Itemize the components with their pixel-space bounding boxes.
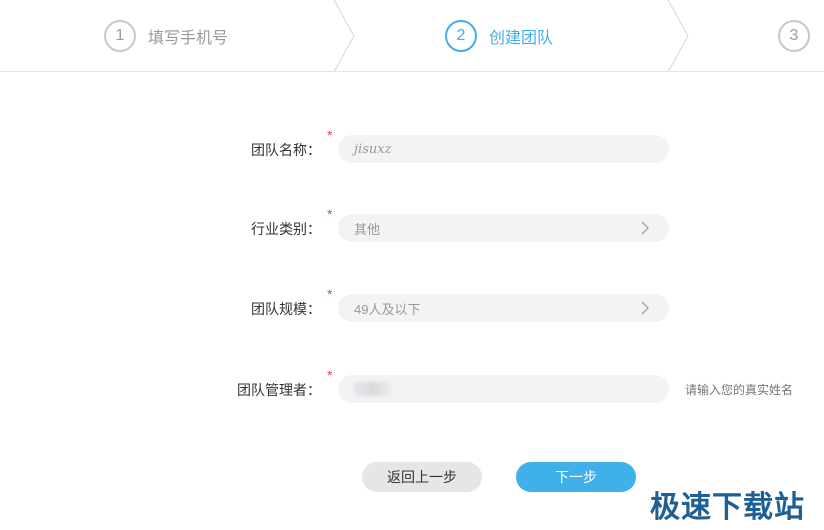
industry-value: 其他	[354, 221, 381, 237]
next-button[interactable]: 下一步	[516, 462, 636, 492]
team-size-value: 49人及以下	[354, 301, 421, 317]
industry-label: 行业类别：	[251, 221, 321, 237]
team-size-label: 团队规模：	[251, 301, 321, 317]
industry-row: 行业类别： * 其他	[0, 206, 824, 242]
team-name-row: 团队名称： * jisuxz	[0, 127, 824, 163]
step-separator-icon	[667, 0, 689, 71]
step-3-number: 3	[778, 20, 810, 52]
step-1-number: 1	[104, 20, 136, 52]
chevron-right-icon	[641, 301, 649, 315]
team-size-row: 团队规模： * 49人及以下	[0, 286, 824, 322]
chevron-right-icon	[641, 221, 649, 235]
required-mark: *	[327, 367, 333, 383]
step-2: 2 创建团队	[445, 0, 554, 71]
required-mark: *	[327, 286, 333, 302]
watermark-logo: 极速下载站	[650, 491, 805, 524]
team-name-label: 团队名称：	[251, 142, 321, 158]
team-name-value: jisuxz	[354, 141, 392, 157]
step-3: 3	[778, 0, 822, 71]
progress-stepper: 1 填写手机号 2 创建团队 3	[0, 0, 824, 72]
step-2-number: 2	[445, 20, 477, 52]
team-size-select[interactable]: 49人及以下	[338, 294, 669, 322]
step-2-label: 创建团队	[489, 30, 554, 47]
manager-input[interactable]	[338, 375, 669, 403]
step-1: 1 填写手机号	[104, 0, 229, 71]
required-mark: *	[327, 206, 333, 222]
manager-label: 团队管理者：	[237, 382, 321, 398]
industry-select[interactable]: 其他	[338, 214, 669, 242]
back-button[interactable]: 返回上一步	[362, 462, 482, 492]
redacted-name	[354, 382, 392, 396]
step-separator-icon	[333, 0, 355, 71]
manager-row: 团队管理者： * 请输入您的真实姓名	[0, 367, 824, 403]
team-name-input[interactable]: jisuxz	[338, 135, 669, 163]
manager-hint: 请输入您的真实姓名	[685, 383, 794, 397]
required-mark: *	[327, 127, 333, 143]
step-1-label: 填写手机号	[148, 30, 229, 47]
